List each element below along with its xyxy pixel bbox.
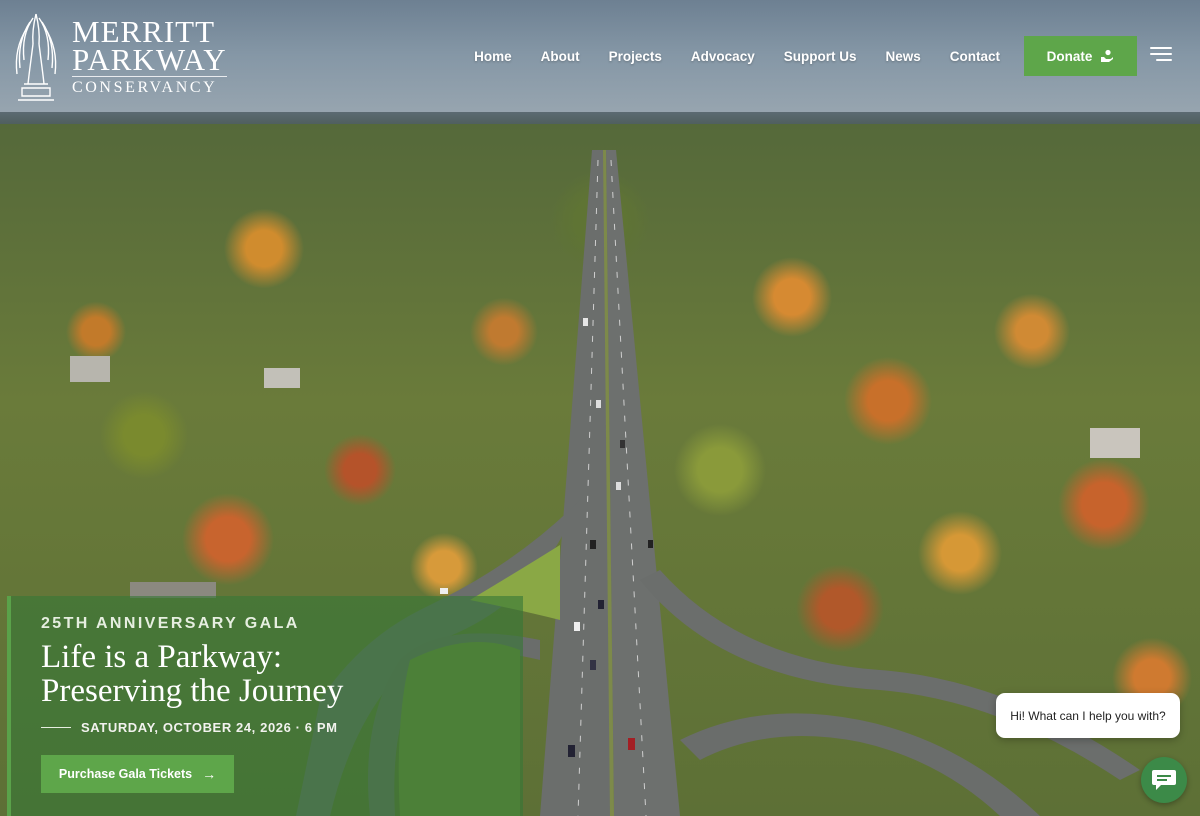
nav-item-advocacy[interactable]: Advocacy <box>691 49 755 64</box>
promo-title-line2: Preserving the Journey <box>41 673 344 709</box>
date-rule <box>41 727 71 728</box>
nav-item-projects[interactable]: Projects <box>609 49 662 64</box>
donate-label: Donate <box>1046 48 1093 64</box>
promo-date: SATURDAY, OCTOBER 24, 2026 · 6 PM <box>41 720 338 735</box>
purchase-button-label: Purchase Gala Tickets <box>58 767 193 781</box>
nav-item-home[interactable]: Home <box>474 49 512 64</box>
nav-item-news[interactable]: News <box>885 49 920 64</box>
nav-item-contact[interactable]: Contact <box>950 49 1000 64</box>
chat-icon <box>1152 770 1176 790</box>
purchase-gala-tickets-button[interactable]: Purchase Gala Tickets → <box>41 755 234 793</box>
chat-greeting-bubble[interactable]: Hi! What can I help you with? <box>996 693 1180 738</box>
nav-item-support-us[interactable]: Support Us <box>784 49 857 64</box>
promo-date-text: SATURDAY, OCTOBER 24, 2026 · 6 PM <box>81 720 338 735</box>
arrow-right-icon: → <box>202 766 217 782</box>
donate-button[interactable]: Donate <box>1024 36 1137 76</box>
main-nav: Home About Projects Advocacy Support Us … <box>445 36 1000 76</box>
promo-title-line1: Life is a Parkway: <box>41 639 283 675</box>
promo-kicker: 25TH ANNIVERSARY GALA <box>41 615 300 632</box>
promo-title: Life is a Parkway: Preserving the Journe… <box>41 640 511 708</box>
logo-wordmark: MERRITT PARKWAY CONSERVANCY <box>72 8 227 97</box>
gala-promo-panel: 25TH ANNIVERSARY GALA Life is a Parkway:… <box>7 596 523 816</box>
hamburger-menu-icon[interactable] <box>1150 47 1172 65</box>
chat-greeting-text: Hi! What can I help you with? <box>1010 708 1166 723</box>
logo-line-parkway: PARKWAY <box>72 42 227 77</box>
chat-launcher-button[interactable] <box>1141 757 1187 803</box>
nav-item-about[interactable]: About <box>541 49 580 64</box>
donate-hand-icon <box>1101 49 1114 62</box>
logo-line-conservancy: CONSERVANCY <box>72 76 227 97</box>
site-header: MERRITT PARKWAY CONSERVANCY Home About P… <box>0 0 1200 116</box>
winged-statue-logo-icon <box>15 13 57 101</box>
site-logo[interactable]: MERRITT PARKWAY CONSERVANCY <box>12 8 227 104</box>
